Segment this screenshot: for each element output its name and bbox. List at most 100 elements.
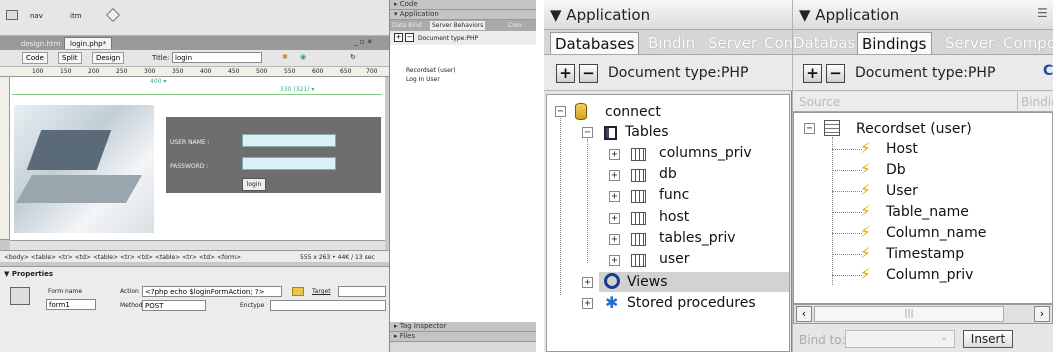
tab-bindings[interactable]: Bindin (648, 34, 695, 52)
design-view-button[interactable]: Design (92, 52, 125, 64)
expand-icon[interactable]: + (609, 234, 620, 245)
collapse-icon[interactable]: − (555, 106, 566, 117)
scroll-left-icon[interactable]: ‹ (796, 306, 812, 322)
add-database-button[interactable]: + (556, 64, 575, 83)
expand-icon[interactable]: + (609, 149, 620, 160)
files-header[interactable]: ▸ Files (390, 332, 536, 342)
file-management-icon[interactable]: ✱ (282, 53, 288, 61)
behavior-item-login[interactable]: Log In User (406, 76, 440, 83)
tab-databases[interactable]: Databases (550, 32, 640, 54)
code-view-button[interactable]: Code (22, 52, 48, 64)
tab-server[interactable]: Server (708, 34, 757, 52)
remove-behavior-button[interactable]: − (405, 33, 414, 42)
tab-bindings[interactable]: Bindings (857, 32, 932, 54)
horizontal-scrollbar[interactable]: ‹ ||| › (793, 304, 1053, 324)
application-panel-title[interactable]: ▼ Application ☰ (793, 0, 1053, 30)
tag-selector[interactable]: <body> <table> <tr> <td> <table> <tr> <t… (4, 254, 241, 261)
code-panel-header[interactable]: ▸ Code (390, 0, 536, 10)
stored-procedures-icon: ✱ (605, 293, 619, 312)
table-node[interactable]: columns_priv (659, 145, 752, 161)
expand-icon[interactable]: + (609, 255, 620, 266)
tab-components[interactable]: Compo (1003, 34, 1053, 52)
expand-icon[interactable]: + (582, 298, 593, 309)
recordset-node[interactable]: Recordset (user) (856, 121, 972, 137)
tab-components[interactable]: Con (764, 34, 792, 52)
collapse-icon[interactable]: − (582, 127, 593, 138)
method-select[interactable]: POST (142, 300, 206, 311)
form-name-input[interactable]: form1 (46, 299, 96, 310)
recordset-icon (824, 120, 840, 136)
field-node[interactable]: User (886, 183, 918, 199)
login-button[interactable]: login (242, 178, 266, 191)
application-panel-title[interactable]: ▼ Application (544, 0, 792, 30)
insert-button[interactable]: Insert (963, 330, 1013, 348)
column-divider (1017, 92, 1018, 112)
add-behavior-button[interactable]: + (394, 33, 403, 42)
tables-node[interactable]: Tables (625, 124, 669, 140)
toolbar-item-nav[interactable]: nav (30, 12, 43, 20)
password-input[interactable] (242, 157, 336, 170)
panel-options-icon[interactable]: ☰ (1037, 6, 1048, 20)
table-node[interactable]: func (659, 187, 689, 203)
views-node[interactable]: Views (627, 274, 668, 290)
tab-data-bind[interactable]: Data Bind (392, 22, 422, 29)
bind-to-select[interactable]: ⌄ (845, 330, 955, 348)
properties-header[interactable]: ▼ Properties (4, 270, 53, 278)
tab-components[interactable]: Com (508, 22, 522, 29)
refresh-icon[interactable]: ↻ (350, 53, 356, 61)
add-binding-button[interactable]: + (803, 64, 822, 83)
views-icon (604, 273, 620, 289)
field-node[interactable]: Host (886, 141, 918, 157)
stored-procedures-node[interactable]: Stored procedures (627, 295, 756, 311)
diamond-icon[interactable] (105, 7, 121, 23)
action-input[interactable]: <?php echo $loginFormAction; ?> (142, 286, 282, 297)
table-node[interactable]: tables_priv (659, 230, 736, 246)
tab-server[interactable]: Server (945, 34, 994, 52)
ruler-mark: 400 (200, 68, 212, 75)
table-node[interactable]: host (659, 209, 689, 225)
tab-design-htm[interactable]: design.htm (16, 38, 65, 50)
table-node[interactable]: db (659, 166, 677, 182)
enctype-label: Enctype (240, 302, 265, 309)
window-controls-icon[interactable]: _ ▫ ✕ (354, 38, 373, 46)
horizontal-scrollbar[interactable] (10, 240, 385, 250)
expand-icon[interactable]: + (609, 191, 620, 202)
scroll-thumb[interactable]: ||| (814, 306, 1004, 322)
tab-login-php[interactable]: login.php* (64, 37, 113, 49)
source-column-header[interactable]: Source (799, 95, 840, 109)
behavior-item-recordset[interactable]: Recordset (user) (406, 67, 456, 74)
field-node[interactable]: Table_name (886, 204, 969, 220)
tab-databases[interactable]: Databas (793, 34, 855, 52)
tree-line (560, 118, 561, 295)
tree-line (832, 191, 862, 192)
remove-database-button[interactable]: − (579, 64, 598, 83)
remove-binding-button[interactable]: − (826, 64, 845, 83)
binding-column-header[interactable]: Bindin (1021, 95, 1053, 109)
tree-line (832, 233, 862, 234)
field-node[interactable]: Timestamp (886, 246, 964, 262)
tab-server-behaviors[interactable]: Server Behaviors (430, 21, 486, 30)
connection-node[interactable]: connect (605, 104, 661, 120)
expand-icon[interactable]: + (582, 277, 593, 288)
refresh-icon[interactable]: C (1043, 63, 1053, 79)
title-input[interactable]: login (172, 52, 262, 63)
enctype-select[interactable] (270, 300, 386, 311)
split-label: Split (62, 54, 78, 62)
table-node[interactable]: user (659, 251, 690, 267)
preview-icon[interactable]: ◉ (300, 53, 306, 61)
field-node[interactable]: Column_priv (886, 267, 973, 283)
application-panel-header[interactable]: ▾ Application (390, 10, 536, 20)
field-node[interactable]: Column_name (886, 225, 986, 241)
toolbar-item-itm[interactable]: itm (70, 12, 82, 20)
target-select[interactable] (338, 286, 386, 297)
tag-inspector-header[interactable]: ▸ Tag Inspector (390, 322, 536, 332)
scroll-right-icon[interactable]: › (1034, 306, 1050, 322)
expand-icon[interactable]: + (609, 170, 620, 181)
insert-toolbar: nav itm (0, 0, 389, 36)
expand-icon[interactable]: + (609, 213, 620, 224)
field-node[interactable]: Db (886, 162, 906, 178)
split-view-button[interactable]: Split (58, 52, 82, 64)
folder-icon[interactable] (292, 287, 304, 296)
collapse-icon[interactable]: − (804, 123, 815, 134)
username-input[interactable] (242, 134, 336, 147)
